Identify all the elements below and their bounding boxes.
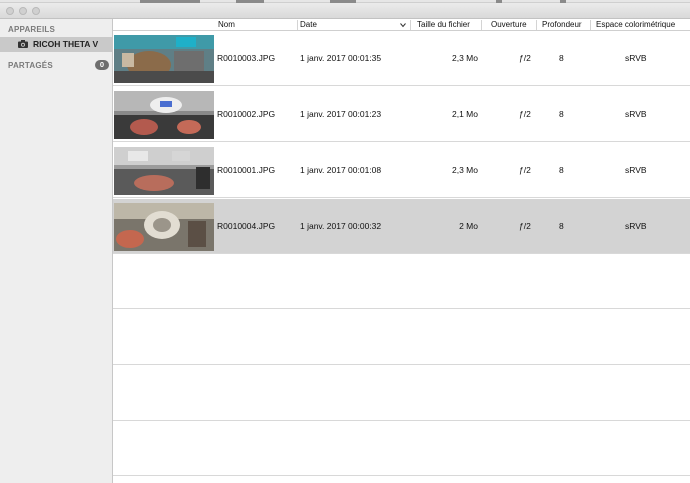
thumbnail-image bbox=[114, 35, 214, 83]
bit-depth: 8 bbox=[559, 109, 564, 119]
color-space: sRVB bbox=[625, 109, 647, 119]
file-name: R0010002.JPG bbox=[217, 109, 276, 119]
empty-row bbox=[113, 309, 690, 365]
table-row-selected[interactable]: R0010004.JPG 1 janv. 2017 00:00:32 2 Mo … bbox=[113, 199, 690, 254]
shared-section-header: PARTAGÉS bbox=[8, 61, 53, 70]
file-name: R0010004.JPG bbox=[217, 221, 276, 231]
file-name: R0010001.JPG bbox=[217, 165, 276, 175]
minimize-window-button[interactable] bbox=[19, 7, 27, 15]
shared-count-badge: 0 bbox=[95, 60, 109, 70]
bit-depth: 8 bbox=[559, 165, 564, 175]
file-date: 1 janv. 2017 00:01:35 bbox=[300, 53, 382, 63]
thumbnail-image bbox=[114, 147, 214, 195]
file-date: 1 janv. 2017 00:01:23 bbox=[300, 109, 382, 119]
file-size: 2,1 Mo bbox=[452, 109, 478, 119]
close-window-button[interactable] bbox=[6, 7, 14, 15]
thumbnail-image bbox=[114, 203, 214, 251]
sidebar: APPAREILS RICOH THETA V PARTAGÉS 0 bbox=[0, 19, 113, 483]
table-row[interactable]: R0010002.JPG 1 janv. 2017 00:01:23 2,1 M… bbox=[113, 87, 690, 142]
column-header-name[interactable]: Nom bbox=[218, 20, 235, 31]
chevron-down-icon[interactable] bbox=[399, 21, 407, 29]
column-header-size[interactable]: Taille du fichier bbox=[417, 20, 470, 31]
aperture: ƒ/2 bbox=[519, 109, 531, 119]
empty-row bbox=[113, 255, 690, 309]
column-header-date[interactable]: Date bbox=[300, 20, 317, 31]
table-header: Nom Date Taille du fichier Ouverture Pro… bbox=[113, 19, 690, 31]
aperture: ƒ/2 bbox=[519, 221, 531, 231]
file-date: 1 janv. 2017 00:01:08 bbox=[300, 165, 382, 175]
title-bar bbox=[0, 3, 690, 19]
empty-row bbox=[113, 365, 690, 421]
color-space: sRVB bbox=[625, 221, 647, 231]
sidebar-item-ricoh-theta-v[interactable]: RICOH THETA V bbox=[0, 37, 112, 52]
aperture: ƒ/2 bbox=[519, 53, 531, 63]
empty-row bbox=[113, 421, 690, 476]
bit-depth: 8 bbox=[559, 53, 564, 63]
image-table: Nom Date Taille du fichier Ouverture Pro… bbox=[113, 19, 690, 483]
aperture: ƒ/2 bbox=[519, 165, 531, 175]
column-header-aperture[interactable]: Ouverture bbox=[491, 20, 527, 31]
file-name: R0010003.JPG bbox=[217, 53, 276, 63]
camera-icon bbox=[18, 40, 28, 48]
file-size: 2,3 Mo bbox=[452, 165, 478, 175]
color-space: sRVB bbox=[625, 53, 647, 63]
table-row[interactable]: R0010003.JPG 1 janv. 2017 00:01:35 2,3 M… bbox=[113, 31, 690, 86]
file-date: 1 janv. 2017 00:00:32 bbox=[300, 221, 382, 231]
file-size: 2 Mo bbox=[459, 221, 478, 231]
color-space: sRVB bbox=[625, 165, 647, 175]
thumbnail-image bbox=[114, 91, 214, 139]
bit-depth: 8 bbox=[559, 221, 564, 231]
device-label: RICOH THETA V bbox=[33, 39, 99, 49]
column-header-colorspace[interactable]: Espace colorimétrique bbox=[596, 20, 675, 31]
devices-section-header: APPAREILS bbox=[8, 25, 55, 34]
zoom-window-button[interactable] bbox=[32, 7, 40, 15]
file-size: 2,3 Mo bbox=[452, 53, 478, 63]
table-row[interactable]: R0010001.JPG 1 janv. 2017 00:01:08 2,3 M… bbox=[113, 143, 690, 198]
column-header-depth[interactable]: Profondeur bbox=[542, 20, 582, 31]
